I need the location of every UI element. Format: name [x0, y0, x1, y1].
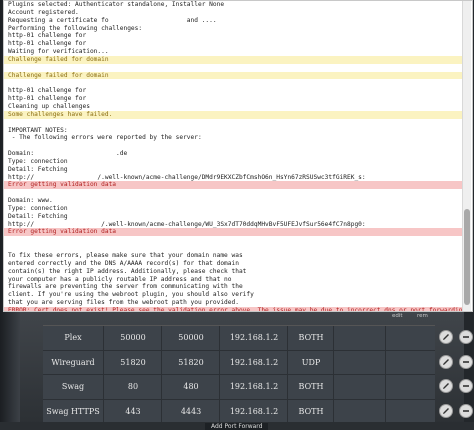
edit-cell — [333, 375, 386, 399]
remove-cell — [385, 375, 436, 399]
remove-icon[interactable] — [459, 379, 473, 393]
log-line-error: ERROR: Cert does not exist! Please see t… — [4, 306, 464, 311]
container-log-window: Plugins selected: Authenticator standalo… — [3, 0, 473, 312]
log-line: Type: connection — [8, 157, 68, 165]
log-line: Performing the following challenges: — [8, 24, 143, 32]
log-line: http-01 challenge for — [8, 32, 87, 40]
log-line: Detail: Fetching — [8, 212, 68, 220]
external-port-cell: 80 — [103, 375, 162, 399]
internal-port-cell: 50000 — [161, 326, 220, 350]
log-line: that you are serving files from the webr… — [8, 299, 239, 307]
add-port-forward-button[interactable]: Add Port Forward — [205, 423, 269, 430]
remove-cell — [385, 326, 436, 350]
log-line: http-01 challenge for — [8, 87, 87, 95]
protocol-cell: BOTH — [287, 326, 334, 350]
log-line-warning: Challenge failed for domain — [4, 55, 464, 64]
remove-column-header: rem — [417, 313, 428, 319]
log-line: your computer has a publicly routable IP… — [8, 275, 232, 283]
port-forward-table: Plex 50000 50000 192.168.1.2 BOTH Wireguard 51… — [43, 325, 473, 424]
log-line-error: Error getting validation data — [4, 228, 464, 237]
log-line: http-01 challenge for — [8, 40, 87, 48]
remove-cell — [385, 350, 436, 374]
log-line: http:// /.well-known/acme-challenge/DMdr… — [8, 173, 366, 181]
rule-name-cell: Plex — [64, 333, 82, 342]
log-line: client. If you're using the webroot plug… — [8, 291, 254, 299]
edit-icon[interactable] — [439, 354, 453, 369]
edit-icon[interactable] — [439, 403, 453, 418]
edit-icon[interactable] — [439, 379, 453, 393]
edit-cell — [333, 399, 386, 423]
protocol-cell: BOTH — [287, 399, 334, 423]
internal-port-cell: 480 — [161, 375, 220, 399]
table-row: Swag HTTPS 443 4443 192.168.1.2 BOTH — [43, 399, 473, 424]
log-scrollbar[interactable] — [462, 1, 471, 311]
log-line: Cleaning up challenges — [8, 102, 90, 110]
rule-name-cell: Wireguard — [51, 357, 95, 367]
edit-cell — [333, 350, 386, 374]
log-line: Detail: Fetching — [8, 165, 68, 173]
log-line: IMPORTANT NOTES: — [8, 126, 68, 134]
log-line: Waiting for verification... — [8, 48, 109, 56]
internal-port-cell: 4443 — [161, 399, 220, 423]
log-line: Domain: www. — [8, 197, 53, 205]
log-line: http-01 challenge for — [8, 95, 87, 103]
log-line: Domain: .de — [8, 150, 128, 158]
ip-address-cell: 192.168.1.2 — [219, 399, 288, 423]
edit-icon[interactable] — [439, 330, 453, 344]
log-line-error: Error getting validation data — [4, 181, 464, 190]
edit-column-header: edit — [392, 313, 403, 319]
external-port-cell: 51820 — [103, 350, 162, 374]
ip-address-cell: 192.168.1.2 — [219, 375, 288, 399]
internal-port-cell: 51820 — [161, 350, 220, 374]
log-line: Requesting a certificate fo and .... — [8, 16, 217, 24]
log-line: Plugins selected: Authenticator standalo… — [8, 1, 225, 8]
log-line: http:// /.well-known/acme-challenge/WU_3… — [8, 220, 366, 228]
log-line: contain(s) the right IP address. Additio… — [8, 267, 247, 275]
external-port-cell: 443 — [103, 399, 162, 423]
log-line: entered correctly and the DNS A/AAAA rec… — [8, 259, 239, 267]
log-line-warning: Some challenges have failed. — [4, 110, 464, 119]
table-row: Swag 80 480 192.168.1.2 BOTH — [43, 375, 473, 400]
protocol-cell: BOTH — [287, 375, 334, 399]
ip-address-cell: 192.168.1.2 — [219, 350, 288, 374]
remove-cell — [385, 399, 436, 423]
remove-icon[interactable] — [459, 403, 473, 418]
log-line: - The following errors were reported by … — [8, 134, 202, 142]
protocol-cell: UDP — [287, 350, 334, 374]
log-output: Plugins selected: Authenticator standalo… — [4, 1, 464, 311]
ip-address-cell: 192.168.1.2 — [219, 326, 288, 350]
rule-name-cell: Swag — [61, 382, 85, 391]
log-line-warning: Challenge failed for domain — [4, 71, 464, 80]
log-line: To fix these errors, please make sure th… — [8, 252, 243, 259]
log-scrollbar-thumb[interactable] — [464, 209, 470, 305]
external-port-cell: 50000 — [103, 326, 162, 350]
rule-name-cell: Swag HTTPS — [46, 406, 100, 416]
table-row: Wireguard 51820 51820 192.168.1.2 UDP — [43, 350, 473, 375]
table-row: Plex 50000 50000 192.168.1.2 BOTH — [43, 326, 473, 351]
remove-icon[interactable] — [459, 354, 473, 369]
log-line: firewalls are preventing the server from… — [8, 283, 243, 291]
log-line: Account registered. — [8, 8, 79, 16]
edit-cell — [333, 326, 386, 350]
remove-icon[interactable] — [459, 330, 473, 344]
log-line: Type: connection — [8, 204, 68, 212]
